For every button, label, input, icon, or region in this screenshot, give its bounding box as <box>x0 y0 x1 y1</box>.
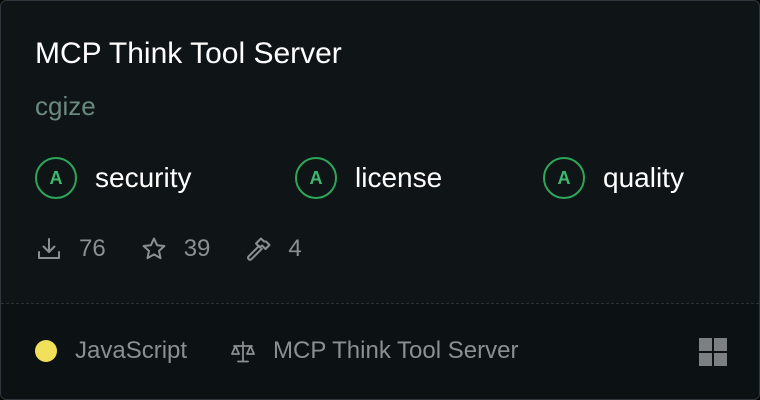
grade-label: license <box>355 162 443 193</box>
grade-quality: A quality <box>543 155 684 201</box>
grade-license: A license <box>295 155 442 201</box>
grade-badge: A <box>543 157 585 199</box>
card-author[interactable]: cgize <box>35 89 96 123</box>
license-label: MCP Think Tool Server <box>273 337 519 364</box>
grade-badge: A <box>35 157 77 199</box>
scale-icon <box>231 341 255 363</box>
downloads-count: 76 <box>79 235 106 262</box>
hammer-icon <box>247 237 271 261</box>
language-label: JavaScript <box>75 337 188 364</box>
grade-security: A security <box>35 155 191 201</box>
grade-label: security <box>95 162 192 193</box>
card-footer: JavaScript MCP Think Tool Server <box>1 304 759 399</box>
stars-stat: 39 <box>140 235 211 263</box>
stars-count: 39 <box>183 235 211 262</box>
download-icon <box>38 238 60 259</box>
grid-icon[interactable] <box>698 337 728 367</box>
star-icon <box>142 237 166 260</box>
language-color-dot <box>35 340 57 362</box>
downloads-stat: 76 <box>35 235 106 263</box>
card-title[interactable]: MCP Think Tool Server <box>35 35 342 73</box>
server-card[interactable]: MCP Think Tool Server cgize A security A… <box>0 0 760 400</box>
grade-badge: A <box>295 157 337 199</box>
grade-label: quality <box>603 162 684 193</box>
tools-count: 4 <box>288 235 302 262</box>
stats-row: 76 39 4 <box>35 231 336 267</box>
tools-stat: 4 <box>244 235 302 263</box>
